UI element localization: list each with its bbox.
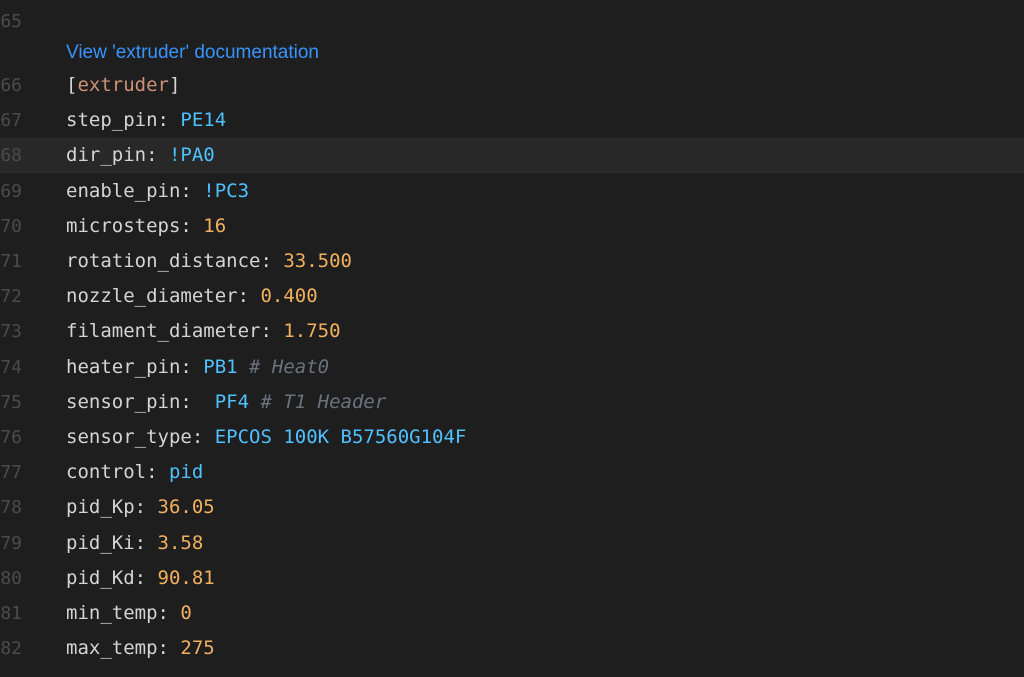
line-number: 74 (0, 356, 22, 378)
line-number: 67 (0, 110, 22, 132)
line-number: 76 (0, 427, 22, 448)
code-line[interactable]: 81 min_temp: 0 (0, 596, 1024, 631)
code-line[interactable]: 78 pid_Kp: 36.05 (0, 490, 1024, 525)
line-code: enable_pin: !PC3 (66, 174, 249, 209)
line-number: 68 (0, 145, 22, 167)
token-key: min_temp: (66, 602, 181, 624)
line-code: dir_pin: !PA0 (66, 139, 215, 172)
token-key: control: (66, 461, 169, 484)
line-number: 75 (0, 391, 22, 413)
code-line[interactable]: 68 dir_pin: !PA0 (0, 138, 1024, 174)
token-str: PB1 (203, 355, 238, 378)
code-line[interactable]: 70 microsteps: 16 (0, 209, 1024, 244)
token-key: step_pin: (66, 109, 181, 132)
line-code: microsteps: 16 (66, 209, 226, 244)
line-code: sensor_type: EPCOS 100K B57560G104F (66, 420, 466, 455)
token-num: 90.81 (157, 566, 215, 589)
code-line[interactable]: 79 pid_Ki: 3.58 (0, 526, 1024, 561)
code-line[interactable]: 77 control: pid (0, 455, 1024, 490)
token-section: extruder (77, 74, 169, 96)
line-number: 77 (0, 462, 22, 484)
line-code: [extruder] (66, 68, 180, 103)
code-line[interactable]: 74 heater_pin: PB1 # Heat0 (0, 350, 1024, 385)
line-code: sensor_pin: PF4 # T1 Header (66, 385, 386, 420)
token-str: PE14 (180, 109, 227, 132)
line-number: 80 (0, 567, 22, 589)
token-str: !PC3 (203, 179, 250, 202)
token-key: pid_Ki: (66, 531, 158, 554)
line-code: pid_Kp: 36.05 (66, 490, 215, 525)
code-line[interactable]: 76 sensor_type: EPCOS 100K B57560G104F (0, 420, 1024, 455)
line-code: filament_diameter: 1.750 (66, 314, 341, 349)
code-line[interactable]: 71 rotation_distance: 33.500 (0, 244, 1024, 279)
line-number: 65 (0, 11, 22, 32)
token-key: dir_pin: (66, 144, 169, 167)
token-key: enable_pin: (66, 179, 204, 202)
token-key: pid_Kd: (66, 566, 158, 589)
code-line[interactable]: 73 filament_diameter: 1.750 (0, 314, 1024, 349)
token-key: pid_Kp: (66, 496, 158, 519)
line-code: heater_pin: PB1 # Heat0 (66, 350, 329, 385)
line-number: 66 (0, 75, 22, 96)
token-str: pid (168, 461, 204, 484)
token-key: sensor_type: (66, 426, 215, 448)
token-key: heater_pin: (66, 355, 204, 378)
token-bracket: ] (168, 74, 181, 96)
token-num: 0.400 (260, 285, 318, 308)
token-comment: # T1 Header (249, 390, 387, 413)
line-code: min_temp: 0 (66, 596, 192, 631)
token-key: sensor_pin: (66, 390, 215, 413)
code-line[interactable]: 66 [extruder] (0, 68, 1024, 103)
token-num: 16 (203, 214, 227, 237)
code-line[interactable]: 69 enable_pin: !PC3 (0, 174, 1024, 209)
line-number: 71 (0, 251, 22, 272)
token-num: 33.500 (283, 250, 352, 272)
token-str: !PA0 (168, 144, 215, 167)
code-line[interactable]: 72 nozzle_diameter: 0.400 (0, 279, 1024, 314)
token-key: max_temp: (66, 637, 181, 660)
token-num: 275 (180, 637, 215, 660)
token-key: filament_diameter: (66, 320, 284, 343)
line-number: 72 (0, 286, 22, 308)
line-number: 81 (0, 603, 22, 624)
line-number: 79 (0, 532, 22, 554)
token-num: 3.58 (157, 531, 204, 554)
token-str: PF4 (214, 390, 250, 413)
token-num: 1.750 (283, 320, 341, 343)
line-code: rotation_distance: 33.500 (66, 244, 352, 279)
line-code: control: pid (66, 455, 203, 490)
line-code: step_pin: PE14 (66, 103, 226, 138)
code-line[interactable]: 65 (0, 4, 1024, 39)
line-code: max_temp: 275 (66, 631, 215, 666)
line-number: 82 (0, 638, 22, 660)
line-number: 70 (0, 215, 22, 237)
line-number: 73 (0, 321, 22, 343)
line-code: pid_Kd: 90.81 (66, 561, 215, 596)
token-str: EPCOS 100K B57560G104F (214, 426, 467, 448)
line-number: 78 (0, 497, 22, 519)
code-line[interactable]: 75 sensor_pin: PF4 # T1 Header (0, 385, 1024, 420)
token-key: nozzle_diameter: (66, 285, 261, 308)
code-line[interactable]: 80 pid_Kd: 90.81 (0, 561, 1024, 596)
token-num: 0 (180, 602, 192, 624)
code-line[interactable]: 67 step_pin: PE14 (0, 103, 1024, 138)
code-editor[interactable]: View 'extruder' documentation 65 66 [extru… (0, 0, 1024, 677)
token-key: rotation_distance: (66, 250, 284, 272)
line-code: nozzle_diameter: 0.400 (66, 279, 318, 314)
code-line[interactable]: 82 max_temp: 275 (0, 631, 1024, 666)
token-key: microsteps: (66, 214, 204, 237)
view-documentation-link[interactable]: View 'extruder' documentation (66, 38, 319, 68)
token-num: 36.05 (157, 496, 215, 519)
token-comment: # Heat0 (237, 355, 330, 378)
line-code: pid_Ki: 3.58 (66, 526, 203, 561)
token-bracket: [ (66, 74, 78, 96)
line-number: 69 (0, 180, 22, 202)
